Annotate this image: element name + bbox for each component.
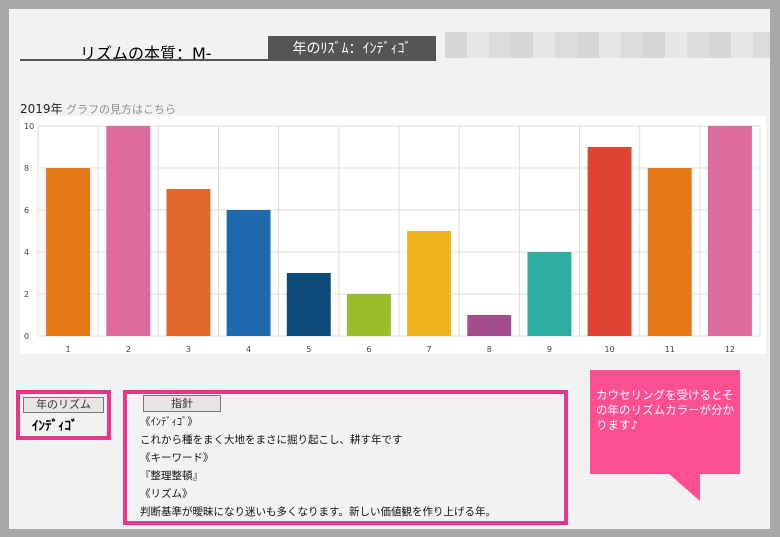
- bar-6: [346, 294, 391, 336]
- bar-1: [46, 168, 91, 336]
- x-tick-label: 5: [306, 345, 311, 354]
- x-tick-label: 10: [604, 345, 614, 354]
- y-tick-label: 4: [24, 248, 29, 257]
- guide-line: 《キーワード》: [140, 452, 214, 464]
- year-rhythm-tab[interactable]: 年のﾘｽﾞﾑ：ｲﾝﾃﾞｨｺﾞ: [268, 36, 436, 60]
- guide-line: 《ｲﾝﾃﾞｨｺﾞ》: [140, 416, 198, 428]
- guide-text: 《ｲﾝﾃﾞｨｺﾞ》 これから種をまく大地をまさに掘り起こし、耕す年です 《キーワ…: [140, 413, 496, 521]
- year-rhythm-box: 年のリズム ｲﾝﾃﾞｨｺﾞ: [16, 390, 111, 440]
- x-tick-label: 4: [246, 345, 251, 354]
- x-tick-label: 2: [126, 345, 131, 354]
- year-rhythm-value: ｲﾝﾃﾞｨｺﾞ: [32, 419, 78, 434]
- bar-4: [226, 210, 271, 336]
- bar-chart-svg: 02468101 2 3 4 5 6 7 8 9 10 11 12: [24, 122, 761, 354]
- x-tick-label: 3: [186, 345, 191, 354]
- bar-chart: 0 2 4 6 8 10 1 2 3 4 5 6 7 8 9 10 11 12: [20, 116, 766, 354]
- bar-10: [587, 147, 632, 336]
- x-tick-label: 12: [725, 345, 735, 354]
- x-tick-label: 1: [66, 345, 71, 354]
- chart-year: 2019年: [20, 102, 63, 116]
- year-rhythm-label: 年のリズム: [23, 397, 104, 413]
- guide-box: 指針 《ｲﾝﾃﾞｨｺﾞ》 これから種をまく大地をまさに掘り起こし、耕す年です 《…: [123, 390, 568, 525]
- y-tick-label: 6: [24, 206, 29, 215]
- y-tick-label: 8: [24, 164, 29, 173]
- x-tick-label: 6: [366, 345, 371, 354]
- guide-line: 判断基準が曖昧になり迷いも多くなります。新しい価値観を作り上げる年。: [140, 506, 496, 518]
- guide-line: 《リズム》: [140, 488, 193, 500]
- y-tick-label: 10: [24, 122, 34, 131]
- x-tick-label: 11: [665, 345, 675, 354]
- bar-12: [707, 126, 752, 336]
- y-tick-label: 2: [24, 290, 29, 299]
- bar-3: [166, 189, 211, 336]
- guide-label: 指針: [143, 395, 221, 412]
- x-tick-label: 7: [427, 345, 432, 354]
- chart-help-link[interactable]: グラフの見方はこちら: [66, 101, 176, 117]
- bar-2: [106, 126, 151, 336]
- bar-8: [467, 315, 512, 336]
- bar-11: [647, 168, 692, 336]
- guide-line: これから種をまく大地をまさに掘り起こし、耕す年です: [140, 434, 403, 446]
- bar-9: [527, 252, 572, 336]
- x-tick-label: 8: [487, 345, 492, 354]
- blurred-area: [445, 32, 770, 58]
- bar-7: [407, 231, 452, 336]
- x-tick-label: 9: [547, 345, 552, 354]
- guide-line: 『整理整頓』: [140, 470, 203, 482]
- y-tick-label: 0: [24, 332, 29, 341]
- bar-5: [286, 273, 331, 336]
- info-speech-bubble: カウセリングを受けるとその年のリズムカラーが分かります♪: [590, 370, 740, 474]
- speech-bubble-tail: [668, 473, 700, 501]
